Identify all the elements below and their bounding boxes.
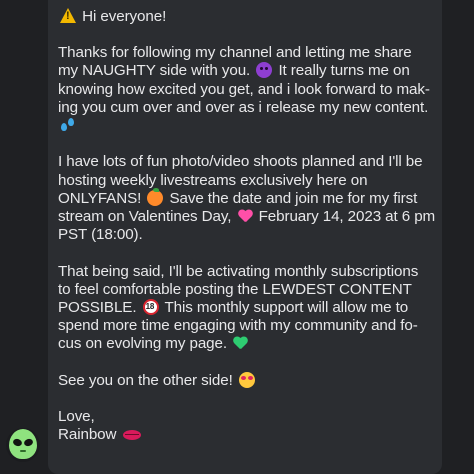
smiling-devil-icon [256, 62, 273, 79]
sparkling-heart-icon [238, 210, 253, 224]
greeting-line: Hi everyone! [58, 8, 432, 26]
message-text: That being said, I'll be activating mont… [58, 262, 419, 280]
message-text: knowing how excited you get, and i look … [58, 80, 430, 98]
message-text: POSSIBLE. [58, 299, 137, 317]
message-text: stream on Valentines Day, [58, 208, 232, 226]
message-text: Thanks for following my channel and lett… [58, 44, 412, 62]
message-line: Thanks for following my channel and lett… [58, 44, 432, 62]
alien-eye [23, 437, 34, 448]
message-line: knowing how excited you get, and i look … [58, 81, 432, 99]
message-text: It really turns me on [278, 62, 410, 80]
message-text: PST (18:00). [58, 226, 143, 244]
message-line: ing you cum over and over as i release m… [58, 99, 432, 117]
alien-eye [12, 437, 23, 448]
message-text: spend more time engaging with my communi… [58, 317, 418, 335]
message-line: ONLYFANS! Save the date and join me for … [58, 187, 432, 208]
message-line: I have lots of fun photo/video shoots pl… [58, 153, 432, 171]
warning-icon [60, 8, 76, 23]
peach-icon [147, 187, 164, 206]
message-text: This monthly support will allow me to [164, 299, 409, 317]
message-line: hosting weekly livestreams exclusively h… [58, 172, 432, 190]
message-line: POSSIBLE. This monthly support will allo… [58, 299, 432, 317]
message-bubble[interactable]: Hi everyone! Thanks for following my cha… [48, 0, 442, 474]
message-line: PST (18:00). [58, 226, 432, 244]
kiss-mark-icon [122, 429, 141, 441]
message-text: hosting weekly livestreams exclusively h… [58, 171, 368, 189]
message-line: stream on Valentines Day, February 14, 2… [58, 208, 436, 226]
no-one-under-eighteen-icon [142, 299, 159, 316]
signoff-text: Love, [58, 408, 95, 426]
message-text: I have lots of fun photo/video shoots pl… [58, 153, 423, 171]
signoff-name: Rainbow [58, 426, 117, 444]
message-text: February 14, 2023 at 6 pm [258, 208, 436, 226]
message-line [58, 117, 432, 135]
signoff-line: Love, [58, 408, 432, 426]
message-line: That being said, I'll be activating mont… [58, 263, 432, 281]
message-text: See you on the other side! [58, 371, 233, 389]
message-line: cus on evolving my page. [58, 335, 432, 353]
message-text: cus on evolving my page. [58, 335, 227, 353]
message-text: ing you cum over and over as i release m… [58, 98, 429, 116]
greeting-text: Hi everyone! [82, 8, 167, 25]
alien-head [9, 429, 37, 459]
alien-mouth [20, 450, 26, 452]
message-text: ONLYFANS! [58, 189, 142, 207]
message-line: See you on the other side! [58, 371, 432, 390]
message-line: to feel comfortable posting the LEWDEST … [58, 281, 432, 299]
sweat-droplets-icon [60, 117, 76, 133]
message-text: to feel comfortable posting the LEWDEST … [58, 280, 412, 298]
message-line: spend more time engaging with my communi… [58, 317, 432, 335]
chat-view: Hi everyone! Thanks for following my cha… [0, 0, 474, 474]
message-text: Save the date and join me for my first [169, 189, 418, 207]
message-text: my NAUGHTY side with you. [58, 62, 251, 80]
message-line: my NAUGHTY side with you. It really turn… [58, 62, 432, 80]
alien-avatar-icon[interactable] [6, 428, 40, 462]
green-heart-icon [233, 337, 248, 351]
signoff-line: Rainbow [58, 426, 432, 444]
heart-eyes-icon [238, 371, 255, 388]
